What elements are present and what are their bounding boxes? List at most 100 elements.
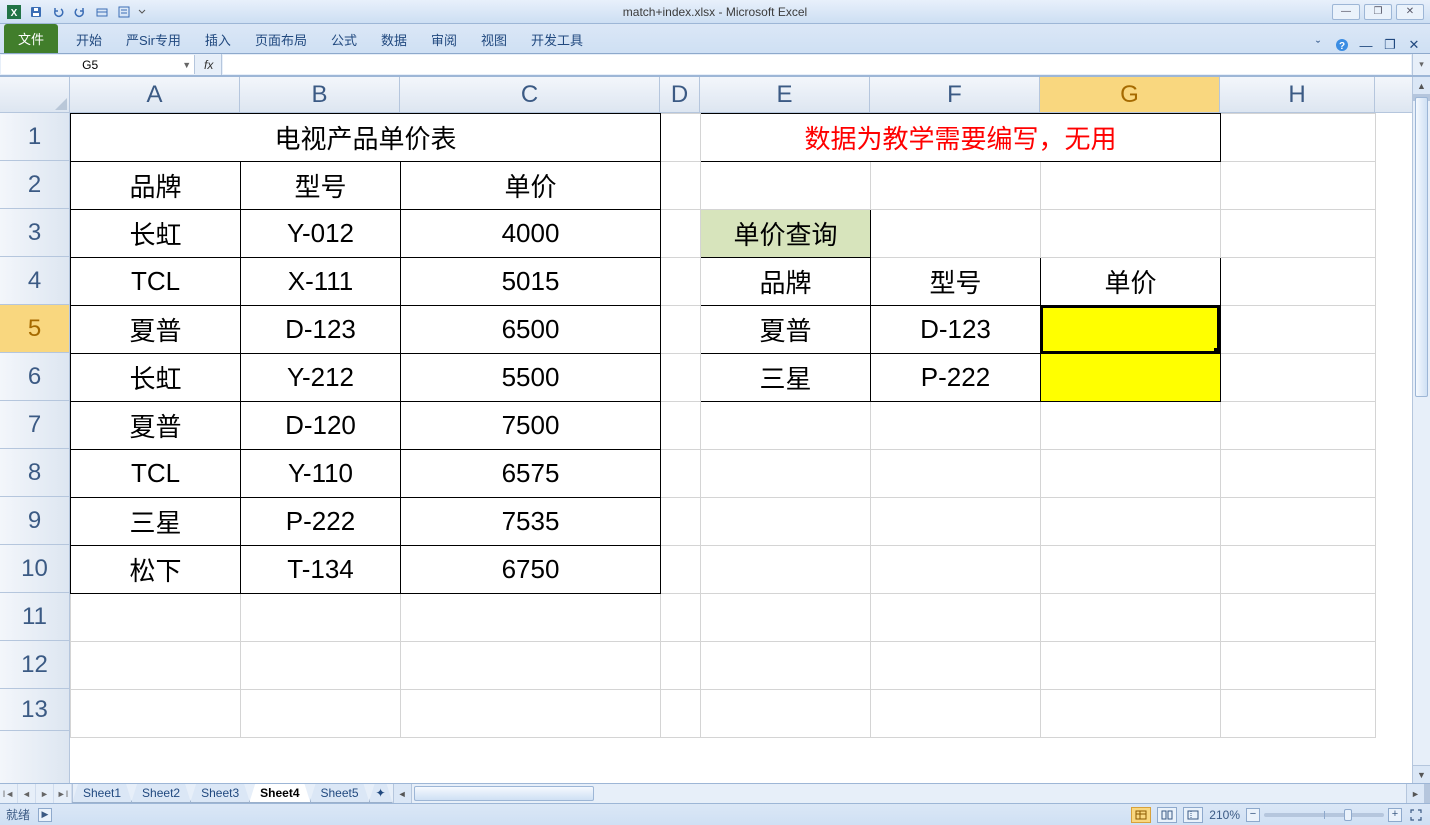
cell-A6[interactable]: 长虹: [71, 354, 241, 402]
undo-icon[interactable]: [48, 3, 68, 21]
row-header-7[interactable]: 7: [0, 401, 69, 449]
cell-D4[interactable]: [661, 258, 701, 306]
cell-C8[interactable]: 6575: [401, 450, 661, 498]
cell-A8[interactable]: TCL: [71, 450, 241, 498]
name-box-dropdown-icon[interactable]: ▼: [179, 60, 194, 70]
cell-C13[interactable]: [401, 690, 661, 738]
close-button[interactable]: ✕: [1396, 4, 1424, 20]
cell-H9[interactable]: [1221, 498, 1376, 546]
cell-D6[interactable]: [661, 354, 701, 402]
cell-F4[interactable]: 型号: [871, 258, 1041, 306]
cell-E7[interactable]: [701, 402, 871, 450]
cell-F6[interactable]: P-222: [871, 354, 1041, 402]
restore-button[interactable]: ❐: [1364, 4, 1392, 20]
cell-H4[interactable]: [1221, 258, 1376, 306]
ribbon-tab-insert[interactable]: 插入: [193, 25, 243, 53]
cell-F11[interactable]: [871, 594, 1041, 642]
row-header-10[interactable]: 10: [0, 545, 69, 593]
row-header-9[interactable]: 9: [0, 497, 69, 545]
cell-H1[interactable]: [1221, 114, 1376, 162]
cell-B8[interactable]: Y-110: [241, 450, 401, 498]
cell-D13[interactable]: [661, 690, 701, 738]
hscroll-track[interactable]: [412, 784, 1406, 803]
cell-D3[interactable]: [661, 210, 701, 258]
qat-dropdown-icon[interactable]: [136, 3, 148, 21]
cell-G7[interactable]: [1041, 402, 1221, 450]
cell-A2[interactable]: 品牌: [71, 162, 241, 210]
view-pagebreak-icon[interactable]: [1183, 807, 1203, 823]
qat-custom2-icon[interactable]: [114, 3, 134, 21]
sheet-tab-5[interactable]: Sheet5: [310, 784, 370, 803]
zoom-in-button[interactable]: +: [1388, 808, 1402, 822]
cell-E11[interactable]: [701, 594, 871, 642]
cell-E1[interactable]: 数据为教学需要编写，无用: [701, 114, 1221, 162]
workbook-restore-icon[interactable]: ❐: [1382, 37, 1398, 53]
ribbon-tab-file[interactable]: 文件: [4, 24, 58, 53]
cell-F12[interactable]: [871, 642, 1041, 690]
zoom-out-button[interactable]: −: [1246, 808, 1260, 822]
col-header-B[interactable]: B: [240, 77, 400, 112]
select-all-corner[interactable]: [0, 77, 70, 113]
ribbon-tab-layout[interactable]: 页面布局: [243, 25, 319, 53]
cell-G2[interactable]: [1041, 162, 1221, 210]
scroll-down-icon[interactable]: ▼: [1413, 765, 1430, 783]
row-header-4[interactable]: 4: [0, 257, 69, 305]
excel-icon[interactable]: X: [4, 3, 24, 21]
cell-H11[interactable]: [1221, 594, 1376, 642]
cell-E3[interactable]: 单价查询: [701, 210, 871, 258]
cell-B7[interactable]: D-120: [241, 402, 401, 450]
cell-C9[interactable]: 7535: [401, 498, 661, 546]
vertical-scroll-thumb[interactable]: [1415, 97, 1428, 397]
cell-H5[interactable]: [1221, 306, 1376, 354]
row-header-6[interactable]: 6: [0, 353, 69, 401]
cell-G13[interactable]: [1041, 690, 1221, 738]
zoom-thumb[interactable]: [1344, 809, 1352, 821]
col-header-E[interactable]: E: [700, 77, 870, 112]
cell-C11[interactable]: [401, 594, 661, 642]
save-icon[interactable]: [26, 3, 46, 21]
sheet-tab-new-icon[interactable]: ✦: [369, 784, 393, 803]
workbook-close-icon[interactable]: ✕: [1406, 37, 1422, 53]
cell-F2[interactable]: [871, 162, 1041, 210]
cell-H6[interactable]: [1221, 354, 1376, 402]
horizontal-scrollbar[interactable]: ◄ ►: [393, 784, 1424, 803]
horizontal-scroll-thumb[interactable]: [414, 786, 594, 801]
cell-A9[interactable]: 三星: [71, 498, 241, 546]
cell-B11[interactable]: [241, 594, 401, 642]
zoom-track[interactable]: [1264, 813, 1384, 817]
cell-B5[interactable]: D-123: [241, 306, 401, 354]
sheet-tab-3[interactable]: Sheet3: [190, 784, 250, 803]
cell-G8[interactable]: [1041, 450, 1221, 498]
name-box-input[interactable]: [1, 58, 179, 72]
help-icon[interactable]: ?: [1334, 37, 1350, 53]
ribbon-tab-review[interactable]: 审阅: [419, 25, 469, 53]
row-header-12[interactable]: 12: [0, 641, 69, 689]
cell-F3[interactable]: [871, 210, 1041, 258]
ribbon-minimize-icon[interactable]: ˇ: [1310, 37, 1326, 53]
cell-G12[interactable]: [1041, 642, 1221, 690]
sheet-nav-first-icon[interactable]: I◄: [0, 784, 18, 803]
row-header-1[interactable]: 1: [0, 113, 69, 161]
cell-D9[interactable]: [661, 498, 701, 546]
qat-custom1-icon[interactable]: [92, 3, 112, 21]
cell-H12[interactable]: [1221, 642, 1376, 690]
cell-A3[interactable]: 长虹: [71, 210, 241, 258]
cell-G11[interactable]: [1041, 594, 1221, 642]
cell-G6[interactable]: [1041, 354, 1221, 402]
cells[interactable]: 电视产品单价表 数据为教学需要编写，无用 品牌 型号 单价: [70, 113, 1412, 783]
cell-D1[interactable]: [661, 114, 701, 162]
cell-A10[interactable]: 松下: [71, 546, 241, 594]
row-header-3[interactable]: 3: [0, 209, 69, 257]
cell-C4[interactable]: 5015: [401, 258, 661, 306]
col-header-A[interactable]: A: [70, 77, 240, 112]
cell-A7[interactable]: 夏普: [71, 402, 241, 450]
macro-record-icon[interactable]: ▶: [38, 808, 52, 822]
cell-C2[interactable]: 单价: [401, 162, 661, 210]
row-header-11[interactable]: 11: [0, 593, 69, 641]
cell-A1[interactable]: 电视产品单价表: [71, 114, 661, 162]
cell-E9[interactable]: [701, 498, 871, 546]
cell-H3[interactable]: [1221, 210, 1376, 258]
col-header-F[interactable]: F: [870, 77, 1040, 112]
ribbon-tab-view[interactable]: 视图: [469, 25, 519, 53]
sheet-nav-next-icon[interactable]: ►: [36, 784, 54, 803]
